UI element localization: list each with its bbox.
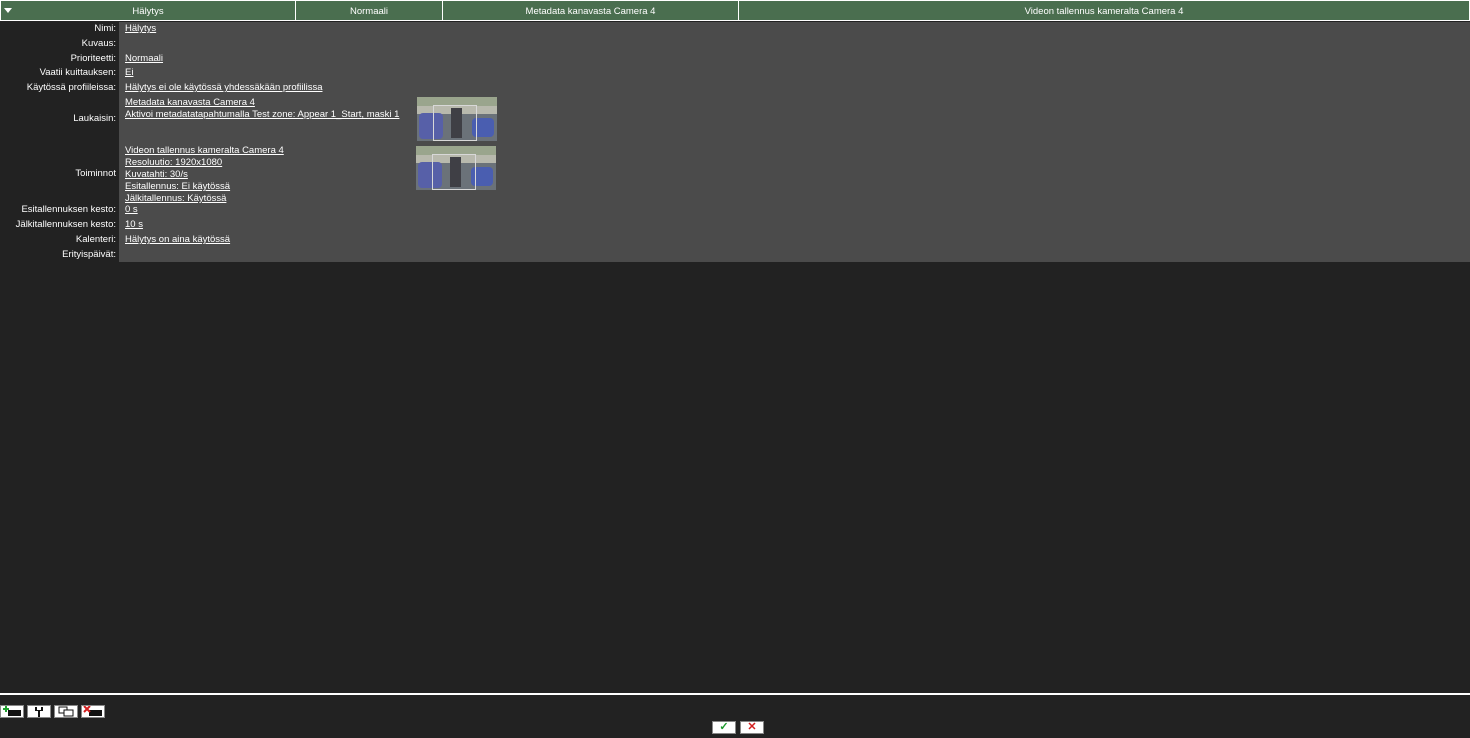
description-label: Kuvaus: — [81, 38, 116, 49]
copy-alarm-button[interactable] — [54, 705, 78, 718]
alarm-row[interactable]: Hälytys Normaali Metadata kanavasta Came… — [1, 1, 1469, 20]
action-camera-thumbnail[interactable] — [416, 146, 496, 190]
trigger-camera-thumbnail[interactable] — [417, 97, 497, 141]
trigger-event-link[interactable]: Aktivoi metadatatapahtumalla Test zone: … — [125, 109, 399, 120]
header-cell-priority[interactable]: Normaali — [296, 1, 443, 20]
add-icon — [3, 706, 21, 716]
actions-label: Toiminnot — [75, 168, 116, 179]
header-cell-action[interactable]: Videon tallennus kameralta Camera 4 — [739, 1, 1469, 20]
bottom-divider — [0, 693, 1470, 695]
trigger-channel-link[interactable]: Metadata kanavasta Camera 4 — [125, 97, 255, 108]
details-values-background — [119, 22, 1470, 262]
header-trigger-text: Metadata kanavasta Camera 4 — [525, 6, 656, 17]
priority-link[interactable]: Normaali — [125, 53, 163, 64]
header-cell-trigger[interactable]: Metadata kanavasta Camera 4 — [443, 1, 739, 20]
prerecord-label: Esitallennuksen kesto: — [21, 204, 116, 215]
copy-icon — [58, 706, 74, 717]
calendar-label: Kalenteri: — [75, 234, 116, 245]
trigger-lines: Metadata kanavasta Camera 4 Aktivoi meta… — [125, 97, 399, 121]
header-cell-name[interactable]: Hälytys — [1, 1, 296, 20]
delete-icon — [83, 705, 102, 716]
action-framerate-link[interactable]: Kuvatahti: 30/s — [125, 169, 188, 180]
cancel-button[interactable]: ✕ — [740, 721, 764, 734]
special-days-label: Erityispäivät: — [62, 249, 116, 260]
header-action-text: Videon tallennus kameralta Camera 4 — [1024, 6, 1184, 17]
add-alarm-button[interactable] — [0, 705, 24, 718]
edit-alarm-button[interactable] — [27, 705, 51, 718]
checkmark-icon: ✓ — [719, 721, 729, 733]
header-name-text: Hälytys — [132, 6, 164, 17]
action-resolution-link[interactable]: Resoluutio: 1920x1080 — [125, 157, 222, 168]
collapse-arrow-icon[interactable] — [4, 8, 12, 13]
postrecord-link[interactable]: 10 s — [125, 219, 143, 230]
action-prerecord-link[interactable]: Esitallennus: Ei käytössä — [125, 181, 230, 192]
action-lines: Videon tallennus kameralta Camera 4 Reso… — [125, 145, 284, 205]
action-camera-link[interactable]: Videon tallennus kameralta Camera 4 — [125, 145, 284, 156]
header-priority-text: Normaali — [349, 6, 388, 17]
name-link[interactable]: Hälytys — [125, 23, 156, 34]
action-postrecord-link[interactable]: Jälkitallennus: Käytössä — [125, 193, 226, 204]
close-icon: ✕ — [747, 721, 757, 733]
trigger-label: Laukaisin: — [73, 113, 116, 124]
alarm-list-header: Hälytys Normaali Metadata kanavasta Came… — [0, 0, 1470, 21]
ok-button[interactable]: ✓ — [712, 721, 736, 734]
prerecord-link[interactable]: 0 s — [125, 204, 138, 215]
ack-label: Vaatii kuittauksen: — [39, 67, 116, 78]
ack-link[interactable]: Ei — [125, 67, 133, 78]
alarm-details-panel: Nimi: Hälytys Kuvaus: Prioriteetti: Norm… — [0, 22, 1470, 262]
profiles-link[interactable]: Hälytys ei ole käytössä yhdessäkään prof… — [125, 82, 322, 93]
name-label: Nimi: — [94, 23, 116, 34]
profiles-label: Käytössä profiileissa: — [26, 82, 116, 93]
calendar-link[interactable]: Hälytys on aina käytössä — [125, 234, 230, 245]
postrecord-label: Jälkitallennuksen kesto: — [15, 219, 116, 230]
edit-icon — [35, 707, 43, 717]
delete-alarm-button[interactable] — [81, 705, 105, 718]
priority-label: Prioriteetti: — [70, 53, 116, 64]
